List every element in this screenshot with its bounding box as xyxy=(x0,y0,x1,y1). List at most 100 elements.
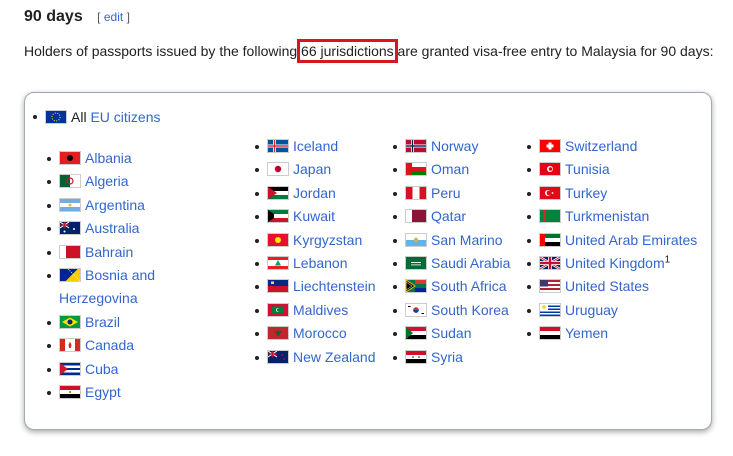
saudi-flag-icon xyxy=(405,256,427,271)
country-link[interactable]: Kyrgyzstan xyxy=(293,232,362,248)
country-link[interactable]: Bahrain xyxy=(85,244,133,260)
bullet xyxy=(47,250,51,255)
country-link[interactable]: Yemen xyxy=(565,325,608,341)
country-link[interactable]: South Korea xyxy=(431,302,509,318)
country-link[interactable]: Norway xyxy=(431,138,478,154)
country-item: Australia xyxy=(47,217,209,240)
canada-flag-icon xyxy=(59,338,81,353)
country-item: Norway xyxy=(393,135,525,158)
country-link[interactable]: Turkmenistan xyxy=(565,208,649,224)
country-link[interactable]: Maldives xyxy=(293,302,348,318)
country-item: Lebanon xyxy=(255,252,387,275)
edit-section: [ edit ] xyxy=(97,10,130,24)
country-item: Turkey xyxy=(527,182,699,205)
bullet xyxy=(255,191,259,196)
lebanon-flag-icon xyxy=(267,256,289,271)
country-item: Kuwait xyxy=(255,205,387,228)
turkey-flag-icon xyxy=(539,185,561,200)
country-link[interactable]: Cuba xyxy=(85,361,118,377)
country-item: Egypt xyxy=(47,381,209,404)
country-link[interactable]: Peru xyxy=(431,185,461,201)
country-link[interactable]: Egypt xyxy=(85,384,121,400)
bullet xyxy=(393,238,397,243)
newzealand-flag-icon xyxy=(267,349,289,364)
country-link[interactable]: Turkey xyxy=(565,185,607,201)
uruguay-flag-icon xyxy=(539,302,561,317)
bullet xyxy=(527,285,531,290)
country-link[interactable]: Canada xyxy=(85,337,134,353)
syria-flag-icon xyxy=(405,349,427,364)
country-item: Maldives xyxy=(255,299,387,322)
country-link[interactable]: Japan xyxy=(293,161,331,177)
country-link[interactable]: South Africa xyxy=(431,278,507,294)
country-link[interactable]: Switzerland xyxy=(565,138,637,154)
country-link[interactable]: Lebanon xyxy=(293,255,348,271)
country-link[interactable]: Sudan xyxy=(431,325,471,341)
eu-citizens-link[interactable]: EU citizens xyxy=(90,109,160,125)
sudan-flag-icon xyxy=(405,326,427,341)
bullet xyxy=(47,180,51,185)
country-link[interactable]: San Marino xyxy=(431,232,503,248)
country-item: United States xyxy=(527,275,699,298)
country-link[interactable]: Oman xyxy=(431,161,469,177)
algeria-flag-icon xyxy=(59,174,81,189)
country-item: Canada xyxy=(47,334,209,357)
section-title: 90 days xyxy=(24,8,83,25)
country-link[interactable]: United Arab Emirates xyxy=(565,232,697,248)
country-item: Brazil xyxy=(47,311,209,334)
country-list-box: All EU citizens Albania Algeria Argentina A… xyxy=(24,92,712,430)
country-link[interactable]: Brazil xyxy=(85,314,120,330)
country-link[interactable]: Syria xyxy=(431,349,463,365)
bullet xyxy=(393,285,397,290)
country-item: Switzerland xyxy=(527,135,699,158)
country-column-2: Iceland Japan Jordan Kuwait Kyrgyzstan Lebano… xyxy=(255,135,387,369)
us-flag-icon xyxy=(539,279,561,294)
country-link[interactable]: Morocco xyxy=(293,325,347,341)
country-link[interactable]: Qatar xyxy=(431,208,466,224)
bosnia-flag-icon xyxy=(59,268,81,283)
section-heading: 90 days [ edit ] xyxy=(24,8,130,32)
southkorea-flag-icon xyxy=(405,302,427,317)
country-link[interactable]: United Kingdom xyxy=(565,255,665,271)
bullet xyxy=(527,168,531,173)
bullet xyxy=(255,238,259,243)
bullet xyxy=(527,332,531,337)
country-column-4: Switzerland Tunisia Turkey Turkmenistan Unit… xyxy=(527,135,699,346)
country-link[interactable]: Algeria xyxy=(85,173,129,189)
country-link[interactable]: Liechtenstein xyxy=(293,278,376,294)
eu-flag-icon xyxy=(45,110,67,124)
albania-flag-icon xyxy=(59,151,81,165)
country-link[interactable]: Saudi Arabia xyxy=(431,255,510,271)
country-item: Cuba xyxy=(47,358,209,381)
country-item: Argentina xyxy=(47,194,209,217)
bullet xyxy=(33,115,37,119)
country-link[interactable]: Albania xyxy=(85,150,132,166)
country-link[interactable]: Iceland xyxy=(293,138,338,154)
bullet xyxy=(393,215,397,220)
country-item: Bahrain xyxy=(47,241,209,264)
country-item: New Zealand xyxy=(255,346,387,369)
country-link[interactable]: Uruguay xyxy=(565,302,618,318)
country-link[interactable]: United States xyxy=(565,278,649,294)
bullet xyxy=(393,262,397,267)
country-item: South Korea xyxy=(393,299,525,322)
switzerland-flag-icon xyxy=(539,139,561,153)
country-item: South Africa xyxy=(393,275,525,298)
australia-flag-icon xyxy=(59,221,81,236)
yemen-flag-icon xyxy=(539,326,561,341)
uae-flag-icon xyxy=(539,232,561,247)
country-link[interactable]: Kuwait xyxy=(293,208,335,224)
country-link[interactable]: Tunisia xyxy=(565,161,610,177)
country-link[interactable]: New Zealand xyxy=(293,349,376,365)
country-column-1: Albania Algeria Argentina Australia Bahrain B… xyxy=(47,147,209,404)
edit-link[interactable]: edit xyxy=(104,10,123,24)
bullet xyxy=(47,274,51,279)
country-item: Oman xyxy=(393,158,525,181)
country-link[interactable]: Jordan xyxy=(293,185,336,201)
bullet xyxy=(255,168,259,173)
sanmarino-flag-icon xyxy=(405,232,427,247)
footnote-marker[interactable]: 1 xyxy=(665,254,671,265)
country-link[interactable]: Australia xyxy=(85,220,139,236)
country-item: Morocco xyxy=(255,322,387,345)
country-link[interactable]: Argentina xyxy=(85,197,145,213)
